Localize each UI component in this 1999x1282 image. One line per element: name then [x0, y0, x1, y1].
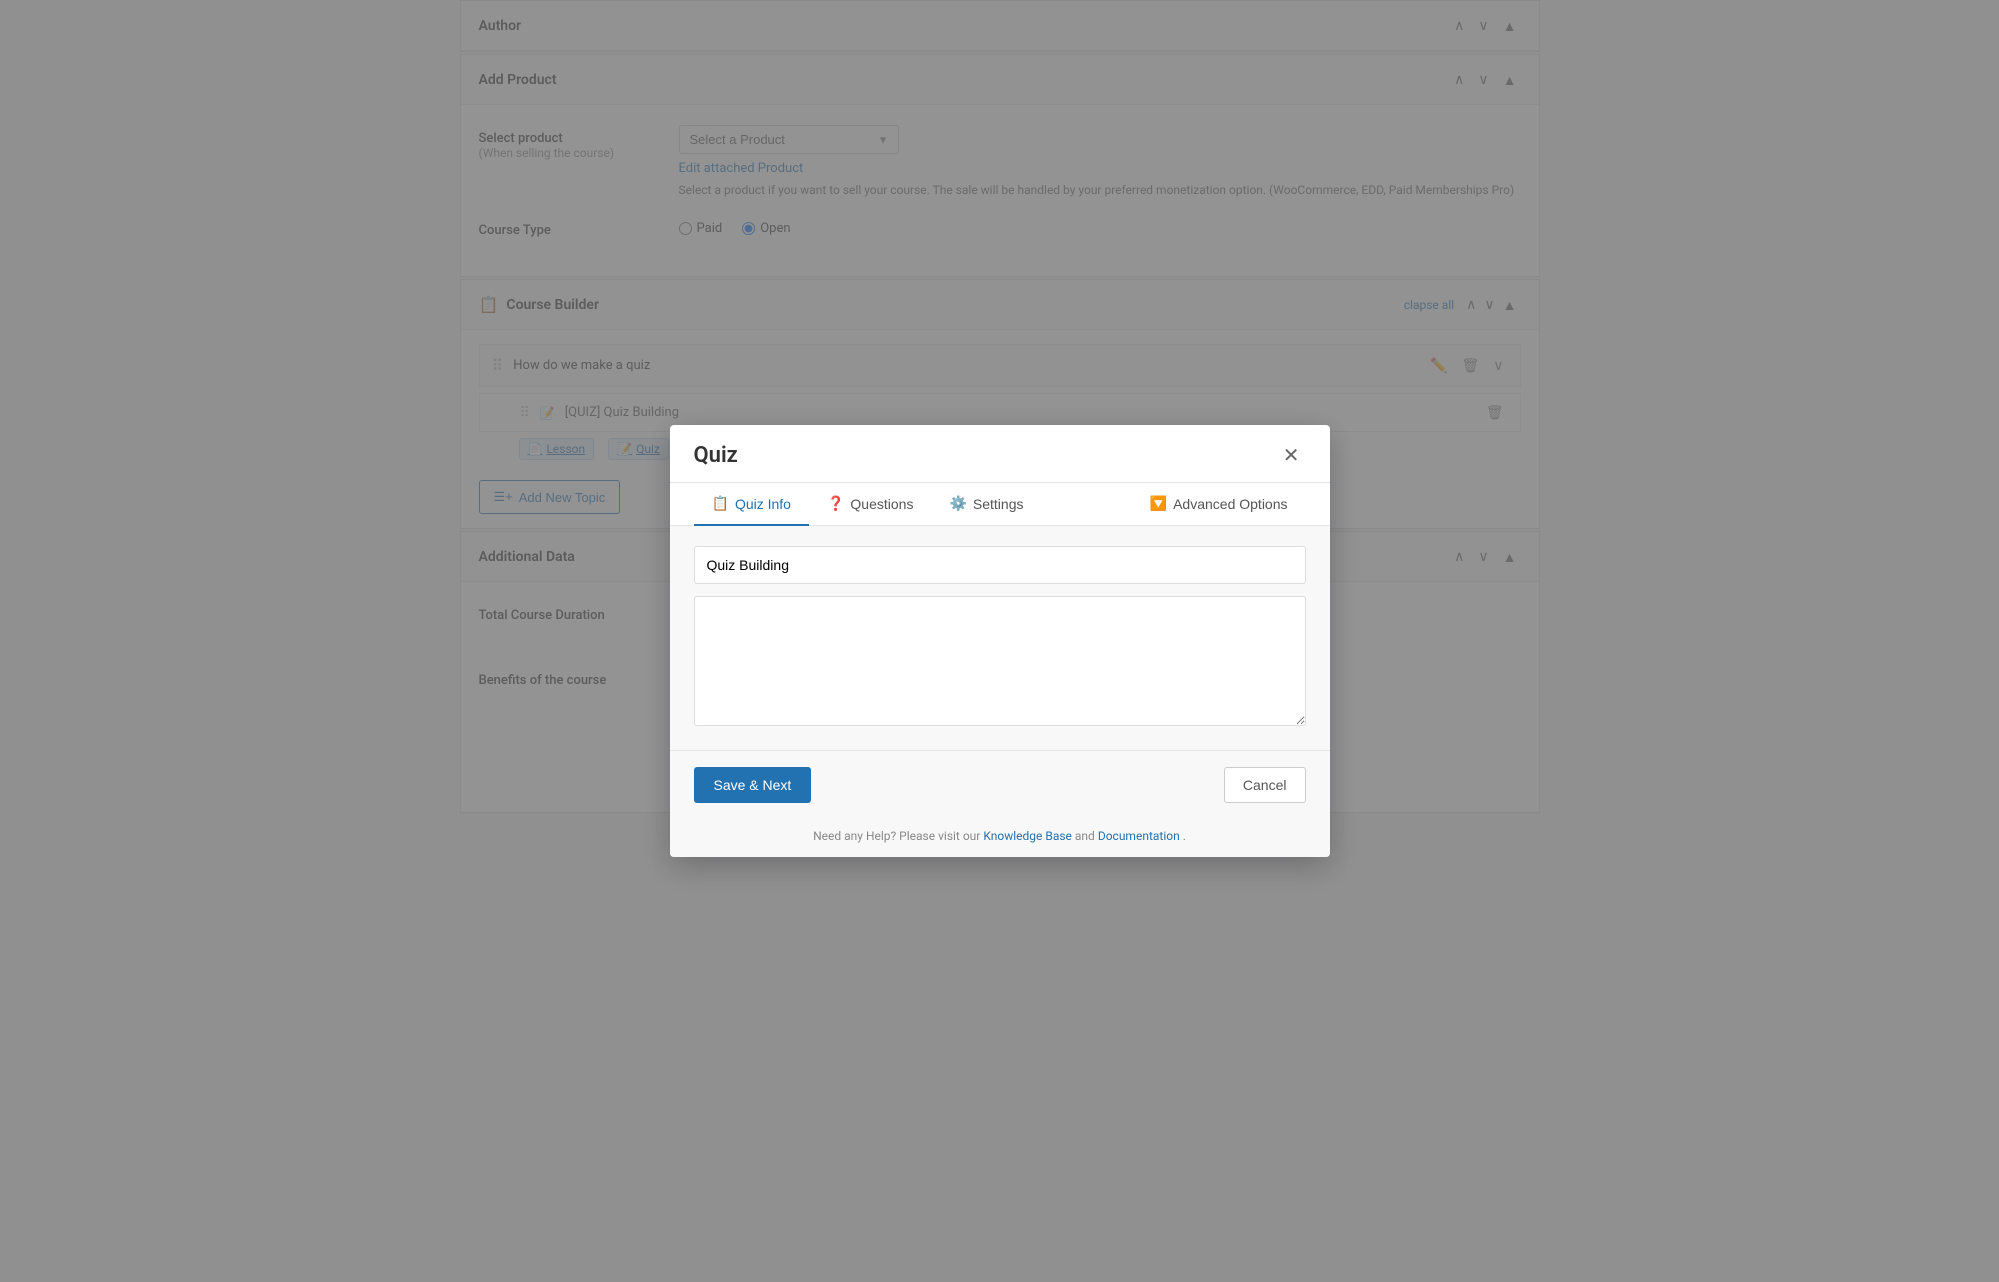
quiz-description-input[interactable] [694, 596, 1306, 726]
modal-overlay[interactable]: Quiz ✕ 📋 Quiz Info ❓ Questions ⚙️ Settin… [0, 0, 1999, 1282]
tab-questions[interactable]: ❓ Questions [809, 483, 931, 526]
tab-quiz-info[interactable]: 📋 Quiz Info [694, 483, 809, 526]
help-suffix: . [1183, 829, 1186, 843]
modal-close-button[interactable]: ✕ [1277, 444, 1306, 468]
questions-tab-icon: ❓ [827, 495, 844, 512]
modal-body [670, 526, 1330, 750]
tab-settings[interactable]: ⚙️ Settings [931, 483, 1041, 526]
modal-tabs: 📋 Quiz Info ❓ Questions ⚙️ Settings 🔽 Ad… [670, 483, 1330, 526]
modal-header: Quiz ✕ [670, 425, 1330, 483]
save-next-button[interactable]: Save & Next [694, 767, 812, 803]
advanced-options-tab-label: Advanced Options [1173, 496, 1287, 512]
documentation-link[interactable]: Documentation [1098, 829, 1180, 843]
settings-tab-label: Settings [973, 496, 1024, 512]
cancel-button[interactable]: Cancel [1224, 767, 1306, 803]
quiz-modal: Quiz ✕ 📋 Quiz Info ❓ Questions ⚙️ Settin… [670, 425, 1330, 857]
quiz-info-tab-icon: 📋 [712, 495, 729, 512]
quiz-name-input[interactable] [694, 546, 1306, 584]
help-text: Need any Help? Please visit our [813, 829, 983, 843]
questions-tab-label: Questions [850, 496, 913, 512]
settings-tab-icon: ⚙️ [949, 495, 966, 512]
and-text: and [1075, 829, 1098, 843]
modal-title: Quiz [694, 443, 738, 468]
quiz-info-tab-label: Quiz Info [735, 496, 791, 512]
modal-footer: Save & Next Cancel [670, 750, 1330, 819]
modal-help: Need any Help? Please visit our Knowledg… [670, 819, 1330, 857]
knowledge-base-link[interactable]: Knowledge Base [983, 829, 1072, 843]
tab-advanced-options[interactable]: 🔽 Advanced Options [1132, 483, 1306, 526]
advanced-options-tab-icon: 🔽 [1150, 495, 1167, 512]
